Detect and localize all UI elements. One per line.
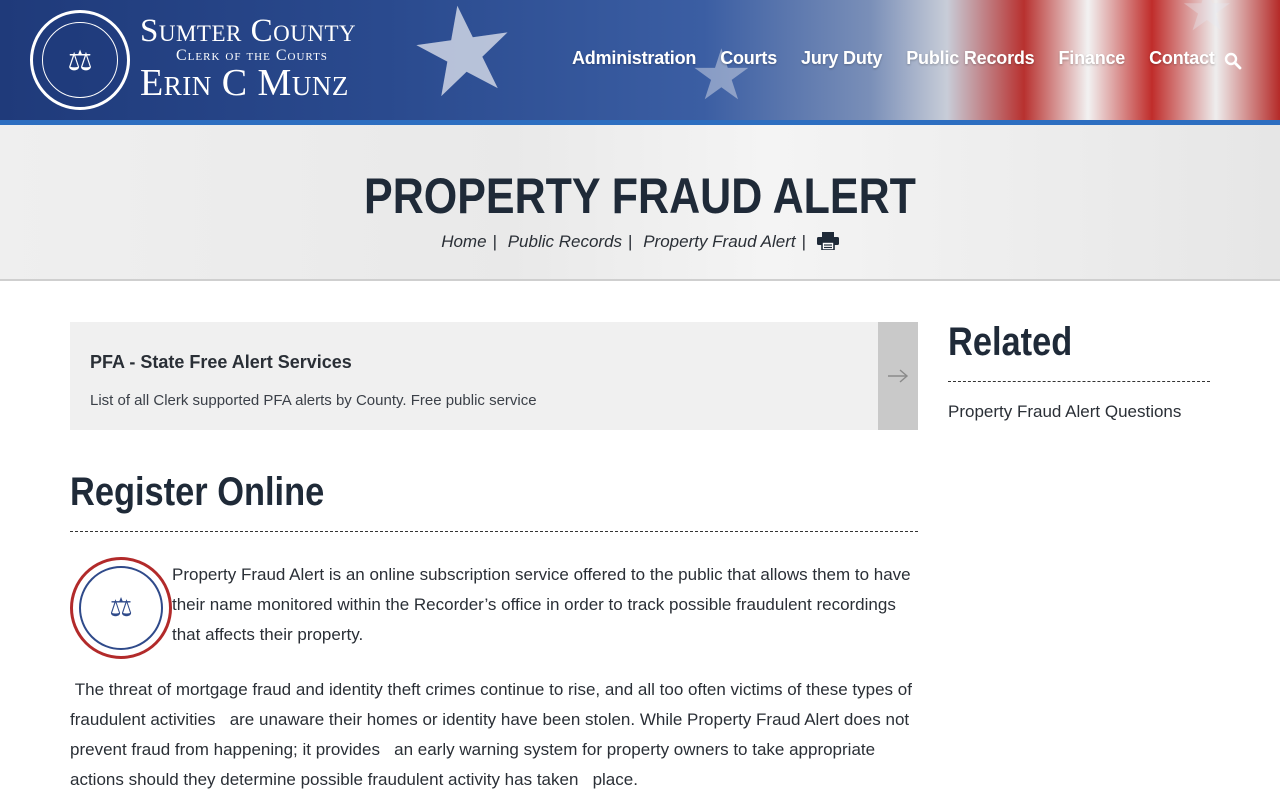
breadcrumb-current[interactable]: Property Fraud Alert	[643, 232, 795, 251]
intro-paragraph: Property Fraud Alert is an online subscr…	[172, 565, 911, 644]
site-header: ★ ★ ★ ⚖ Sumter County Clerk of the Court…	[0, 0, 1280, 120]
pfa-card-title: PFA - State Free Alert Services	[90, 352, 352, 372]
section-title-register-online: Register Online	[70, 470, 325, 514]
nav-public-records[interactable]: Public Records	[906, 48, 1034, 69]
pfa-card-description: List of all Clerk supported PFA alerts b…	[90, 392, 537, 409]
brand-county: Sumter County	[140, 13, 357, 49]
brand-name: Erin C Munz	[140, 62, 349, 104]
scales-of-justice-icon: ⚖	[79, 566, 163, 650]
related-link-pfa-questions[interactable]: Property Fraud Alert Questions	[948, 402, 1181, 422]
nav-administration[interactable]: Administration	[572, 48, 696, 69]
star-decoration-icon: ★	[400, 0, 527, 120]
breadcrumb-public-records[interactable]: Public Records	[508, 232, 622, 251]
search-icon[interactable]	[1224, 52, 1242, 70]
related-divider	[948, 381, 1210, 382]
breadcrumb-home[interactable]: Home	[441, 232, 486, 251]
body-paragraph: The threat of mortgage fraud and identit…	[70, 680, 917, 789]
site-brand[interactable]: Sumter County Clerk of the Courts Erin C…	[140, 14, 356, 102]
section-divider	[70, 531, 918, 532]
arrow-right-icon	[888, 369, 909, 383]
pfa-card-arrow-button[interactable]	[878, 322, 918, 430]
page-title: PROPERTY FRAUD ALERT	[364, 168, 916, 224]
clerk-seal-image: ⚖	[70, 557, 172, 659]
main-nav: Administration Courts Jury Duty Public R…	[572, 48, 1242, 70]
nav-courts[interactable]: Courts	[720, 48, 777, 69]
scales-of-justice-icon: ⚖	[42, 22, 118, 98]
nav-contact[interactable]: Contact	[1149, 48, 1215, 69]
related-title: Related	[948, 320, 1073, 364]
star-decoration-icon: ★	[1180, 0, 1234, 45]
county-seal-logo[interactable]: ⚖	[30, 10, 130, 110]
pfa-link-card[interactable]: PFA - State Free Alert Services List of …	[70, 322, 918, 430]
print-icon[interactable]	[816, 232, 839, 250]
breadcrumb: Home | Public Records | Property Fraud Ale…	[0, 232, 1280, 252]
title-banner: PROPERTY FRAUD ALERT Home | Public Record…	[0, 125, 1280, 281]
nav-jury-duty[interactable]: Jury Duty	[801, 48, 882, 69]
nav-finance[interactable]: Finance	[1059, 48, 1126, 69]
